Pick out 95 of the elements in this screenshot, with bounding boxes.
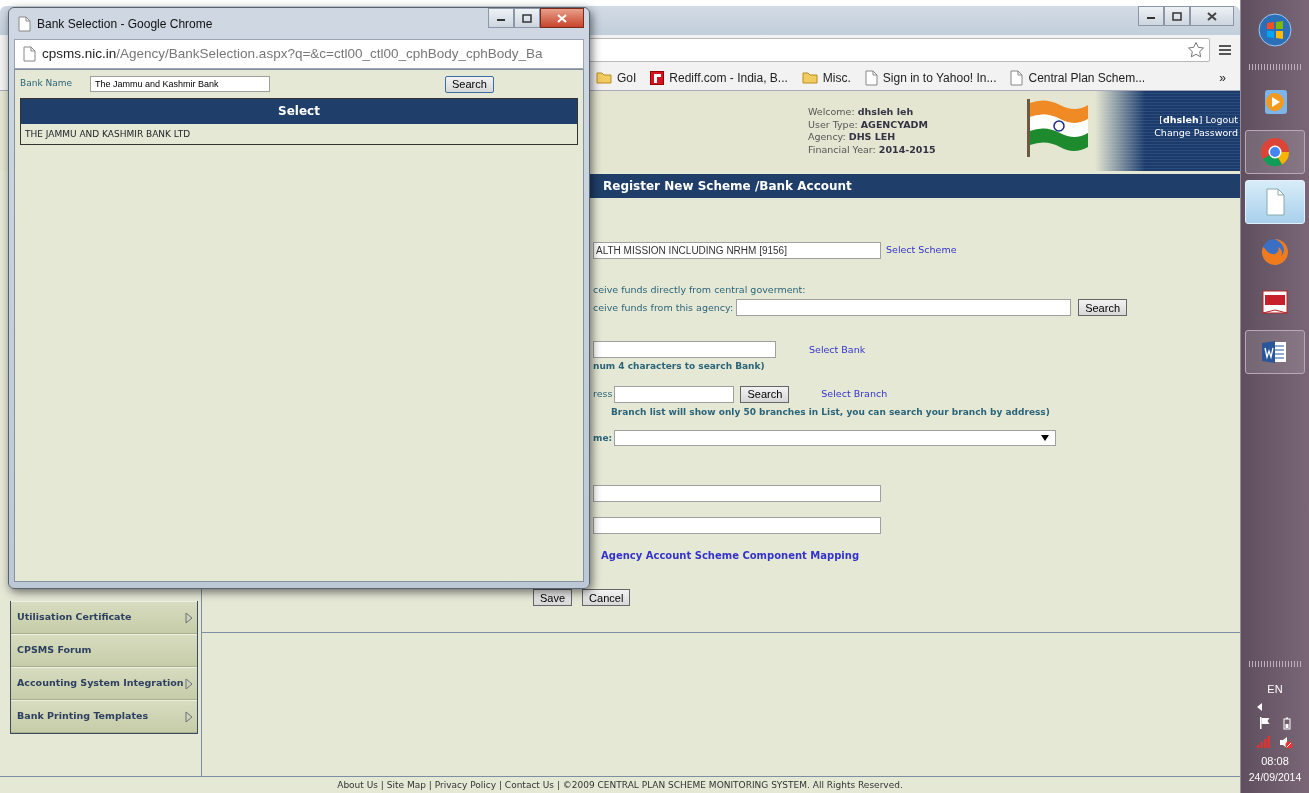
link[interactable]: Select Bank: [809, 342, 866, 357]
submenu-arrow-icon: [185, 611, 193, 624]
bookmark[interactable]: Central Plan Schem...: [1010, 68, 1146, 87]
link[interactable]: Agency Account Scheme Component Mapping: [601, 548, 860, 564]
save-button[interactable]: Save: [533, 589, 573, 607]
clock[interactable]: 08:08 24/09/2014: [1248, 753, 1302, 785]
circle-logo-icon: [1259, 136, 1291, 168]
form-label: ress: [593, 387, 613, 402]
bookmark[interactable]: Misc.: [801, 68, 851, 87]
info-label: Welcome:: [808, 106, 855, 117]
page-icon: [18, 16, 31, 32]
flag-icon[interactable]: [1259, 717, 1271, 729]
address-bar[interactable]: cpsms.nic.in/Agency/BankSelection.aspx?q=&c=ctl00_ctl00_cphBody_cphBody_Ba: [14, 39, 584, 69]
input-field[interactable]: [593, 485, 881, 503]
input-field[interactable]: [614, 385, 735, 403]
input-field[interactable]: The Jammu and Kashmir Bank: [90, 76, 271, 92]
battery-icon[interactable]: [1283, 717, 1291, 730]
date-text: 24/09/2014: [1248, 770, 1302, 785]
search-button[interactable]: Search: [445, 75, 494, 93]
username-link[interactable]: [dhsleh]: [1159, 114, 1203, 125]
bookmark[interactable]: GoI: [596, 68, 637, 87]
change-password-link[interactable]: Change Password: [1154, 126, 1238, 139]
page-icon: [23, 46, 36, 62]
page-icon: [864, 69, 878, 86]
folder-icon: [596, 71, 612, 84]
info-value: 2014-2015: [878, 143, 936, 155]
hint-text: num 4 characters to search Bank): [593, 360, 765, 374]
menu-item[interactable]: Utilisation Certificate: [11, 601, 197, 634]
menu-icon[interactable]: [1218, 43, 1232, 57]
flag-icon: [1025, 97, 1091, 159]
copyright-text: ©2009 CENTRAL PLAN SCHEME MONITORING SYSTEM. All Rights Reserved.: [562, 780, 903, 790]
link[interactable]: Select Scheme: [886, 243, 957, 258]
caret-icon: [1041, 435, 1050, 442]
info-label: Agency:: [808, 131, 846, 142]
submenu-arrow-icon: [185, 710, 193, 723]
cancel-button[interactable]: Cancel: [582, 589, 631, 607]
form-label: ceive funds from this agency:: [593, 300, 734, 315]
page-icon: [1010, 69, 1024, 86]
info-label: User Type:: [808, 118, 858, 130]
search-button[interactable]: Search: [1078, 299, 1127, 317]
minimize-button[interactable]: [1138, 6, 1164, 26]
language-indicator[interactable]: EN: [1267, 681, 1283, 697]
maximize-icon: [1172, 11, 1182, 21]
maximize-button[interactable]: [1164, 6, 1190, 26]
maximize-icon: [522, 13, 532, 23]
footer-link[interactable]: About Us: [337, 780, 378, 790]
menu-item[interactable]: Bank Printing Templates: [11, 700, 197, 733]
footer-link[interactable]: Site Map: [386, 780, 426, 790]
submenu-arrow-icon: [185, 677, 193, 690]
separator-text: |: [498, 780, 502, 790]
url-text: cpsms.nic.in/Agency/BankSelection.aspx?q=&c=ctl00_ctl00_cphBody_cphBody_Ba: [42, 44, 543, 63]
footer-link[interactable]: Privacy Policy: [434, 780, 497, 790]
speaker-muted-icon[interactable]: [1279, 736, 1293, 749]
info-value: DHS LEH: [848, 131, 896, 142]
input-field[interactable]: ALTH MISSION INCLUDING NRHM [9156]: [593, 242, 881, 259]
show-hidden-icons-icon[interactable]: [1257, 703, 1263, 711]
column-header: Select: [278, 104, 320, 118]
minimize-button[interactable]: [488, 8, 514, 28]
windows-logo-icon: [1258, 13, 1292, 47]
link[interactable]: Select Branch: [821, 387, 888, 402]
info-value: dhsleh leh: [857, 106, 914, 117]
menu-item[interactable]: Accounting System Integration: [11, 667, 197, 700]
close-button[interactable]: [1190, 6, 1234, 26]
form-label: ceive funds directly from central goverment:: [593, 283, 806, 297]
form-label: me:: [593, 431, 613, 445]
footer-link[interactable]: Contact Us: [504, 780, 554, 790]
close-button[interactable]: [540, 8, 584, 28]
close-icon: [557, 13, 567, 23]
folder-icon: [801, 71, 818, 84]
menu-item[interactable]: CPSMS Forum: [11, 634, 197, 667]
search-button[interactable]: Search: [740, 385, 790, 403]
separator-text: |: [380, 780, 384, 790]
field-label: Bank Name: [20, 77, 73, 91]
separator-text: |: [428, 780, 432, 790]
info-value: AGENCYADM: [860, 118, 928, 130]
dropdown-field[interactable]: [614, 430, 1057, 447]
input-field[interactable]: [736, 299, 1072, 317]
input-field[interactable]: [593, 341, 776, 359]
more-bookmarks-button[interactable]: »: [1219, 68, 1226, 87]
bookmark[interactable]: Sign in to Yahoo! In...: [864, 68, 997, 87]
info-label: Financial Year:: [808, 143, 876, 155]
star-icon[interactable]: [1187, 41, 1205, 59]
input-field[interactable]: [593, 517, 881, 535]
window-title: Bank Selection - Google Chrome: [37, 16, 213, 33]
separator-text: |: [556, 780, 560, 790]
close-icon: [1207, 11, 1217, 21]
site-icon: [650, 70, 665, 85]
time-text: 08:08: [1260, 754, 1290, 769]
bookmark[interactable]: Rediff.com - India, B...: [650, 68, 788, 87]
bank-link[interactable]: THE JAMMU AND KASHMIR BANK LTD: [25, 129, 191, 139]
logout-link[interactable]: Logout: [1205, 114, 1238, 125]
taskbar-button[interactable]: [1245, 330, 1305, 374]
globe-icon: [1259, 236, 1291, 268]
maximize-button[interactable]: [514, 8, 540, 28]
hint-text: Branch list will show only 50 branches in List, you can search your branch by address): [611, 405, 1050, 419]
